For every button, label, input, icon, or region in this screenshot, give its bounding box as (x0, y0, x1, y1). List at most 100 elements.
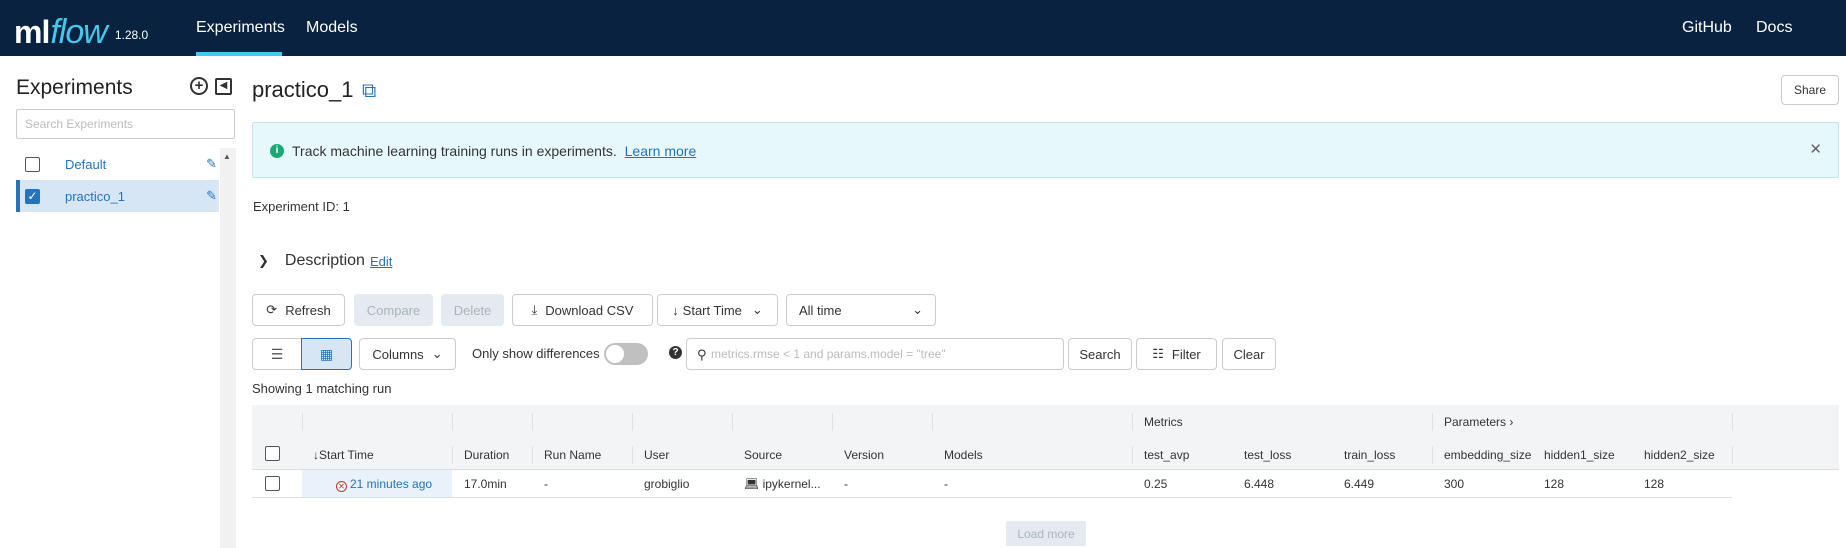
description-section[interactable]: ❯ Description Edit (258, 252, 392, 270)
column-hidden1-size[interactable]: hidden1_size (1544, 448, 1615, 462)
experiment-list: Default ✎ ✓ practico_1 ✎ (16, 148, 219, 212)
column-duration[interactable]: Duration (464, 448, 509, 462)
source-cell[interactable]: 💻︎ ipykernel... (744, 477, 821, 491)
experiment-id-value: 1 (342, 199, 350, 214)
grid-icon: ▦ (319, 345, 334, 362)
user-cell: grobiglio (644, 477, 690, 491)
download-csv-label: Download CSV (545, 302, 634, 318)
scroll-up-icon[interactable]: ▲ (223, 152, 231, 161)
only-show-differences-toggle[interactable] (604, 343, 648, 365)
chevron-down-icon: ⌄ (431, 346, 443, 361)
help-icon[interactable]: ? (669, 346, 682, 359)
experiment-label[interactable]: practico_1 (65, 189, 125, 204)
column-separator (532, 413, 533, 431)
experiment-checkbox[interactable]: ✓ (25, 188, 40, 204)
compare-button[interactable]: Compare (354, 294, 433, 326)
list-view-toggle[interactable]: ☰ (252, 338, 302, 370)
experiment-id: Experiment ID: 1 (253, 199, 350, 214)
time-range-dropdown[interactable]: All time ⌄ (786, 294, 936, 326)
column-models[interactable]: Models (944, 448, 983, 462)
search-icon: ⚲ (697, 347, 707, 362)
table-row[interactable]: ✕ 21 minutes ago 17.0min - grobiglio 💻︎ i… (252, 470, 1732, 498)
description-label[interactable]: Description (285, 252, 365, 270)
info-banner: i Track machine learning training runs i… (252, 122, 1839, 178)
column-separator (932, 413, 933, 431)
run-search-input[interactable] (711, 340, 1051, 368)
column-separator (632, 446, 633, 464)
plus-circle-icon[interactable]: + (190, 77, 208, 95)
column-test-avp[interactable]: test_avp (1144, 448, 1189, 462)
experiment-id-label: Experiment ID: (253, 199, 339, 214)
experiment-checkbox[interactable] (25, 156, 40, 172)
sidebar-title: Experiments (16, 76, 133, 99)
column-separator (1432, 446, 1433, 464)
column-test-loss[interactable]: test_loss (1244, 448, 1291, 462)
column-separator (452, 446, 453, 464)
parameters-group-header[interactable]: Parameters › (1444, 415, 1513, 429)
column-embedding-size[interactable]: embedding_size (1444, 448, 1531, 462)
table-group-header: Metrics Parameters › (252, 405, 1839, 438)
load-more-button[interactable]: Load more (1006, 521, 1086, 546)
mlflow-logo[interactable]: ml flow 1.28.0 (14, 2, 148, 52)
sort-dropdown[interactable]: ↓ Start Time ⌄ (657, 294, 778, 326)
download-csv-button[interactable]: ⤓ Download CSV (512, 294, 653, 326)
test-loss-cell: 6.448 (1244, 477, 1275, 491)
columns-dropdown[interactable]: Columns ⌄ (359, 338, 456, 370)
grid-view-toggle[interactable]: ▦ (301, 338, 352, 370)
filter-button[interactable]: ☷ Filter (1136, 338, 1217, 370)
chevron-right-icon[interactable]: › (1509, 415, 1513, 429)
run-name-cell: - (544, 477, 548, 491)
column-version[interactable]: Version (844, 448, 884, 462)
column-user[interactable]: User (644, 448, 669, 462)
start-time-link[interactable]: ✕ 21 minutes ago (336, 477, 432, 492)
column-separator (1432, 413, 1433, 431)
share-button[interactable]: Share (1781, 75, 1839, 105)
collapse-icon[interactable]: ◀ (215, 78, 232, 95)
learn-more-link[interactable]: Learn more (625, 143, 697, 159)
nav-docs[interactable]: Docs (1756, 19, 1792, 37)
pencil-icon[interactable]: ✎ (206, 156, 217, 172)
experiment-label[interactable]: Default (65, 157, 106, 172)
column-separator (1132, 413, 1133, 431)
table-column-header: ↓Start Time Duration Run Name User Sourc… (252, 438, 1839, 470)
refresh-button[interactable]: ⟳ Refresh (252, 294, 345, 326)
refresh-label: Refresh (285, 302, 331, 318)
column-separator (1132, 446, 1133, 464)
sidebar-scrollbar[interactable]: ▲ (220, 148, 236, 548)
column-separator (532, 446, 533, 464)
info-icon: i (270, 144, 284, 158)
column-hidden2-size[interactable]: hidden2_size (1644, 448, 1715, 462)
column-source[interactable]: Source (744, 448, 782, 462)
download-icon: ⤓ (531, 302, 538, 317)
models-cell: - (944, 477, 948, 491)
matching-runs-count: Showing 1 matching run (252, 381, 392, 396)
pencil-icon[interactable]: ✎ (206, 188, 217, 204)
laptop-icon: 💻︎ (744, 477, 760, 491)
columns-label: Columns (372, 346, 424, 362)
embedding-size-cell: 300 (1444, 477, 1465, 491)
column-run-name[interactable]: Run Name (544, 448, 601, 462)
test-avp-cell: 0.25 (1144, 477, 1168, 491)
chevron-right-icon[interactable]: ❯ (258, 253, 269, 269)
column-train-loss[interactable]: train_loss (1344, 448, 1395, 462)
delete-button[interactable]: Delete (441, 294, 504, 326)
nav-github[interactable]: GitHub (1682, 19, 1732, 37)
experiment-item-practico-1[interactable]: ✓ practico_1 ✎ (16, 180, 219, 212)
only-show-differences-label: Only show differences (472, 346, 600, 361)
select-all-checkbox[interactable] (265, 446, 280, 461)
search-button[interactable]: Search (1068, 338, 1132, 370)
nav-experiments[interactable]: Experiments (196, 19, 285, 37)
close-icon[interactable]: ✕ (1809, 140, 1822, 158)
column-start-time[interactable]: ↓Start Time (313, 448, 374, 462)
row-checkbox[interactable] (265, 476, 280, 491)
column-separator (832, 413, 833, 431)
experiment-item-default[interactable]: Default ✎ (16, 148, 219, 180)
run-search-box[interactable]: ⚲ (686, 338, 1064, 370)
clear-button[interactable]: Clear (1222, 338, 1276, 370)
failed-status-icon: ✕ (336, 481, 347, 492)
description-edit-link[interactable]: Edit (370, 254, 392, 269)
nav-models[interactable]: Models (306, 19, 358, 37)
search-experiments-input[interactable] (16, 109, 235, 139)
copy-icon[interactable]: ⧉ (362, 80, 376, 103)
parameters-label: Parameters (1444, 415, 1507, 429)
